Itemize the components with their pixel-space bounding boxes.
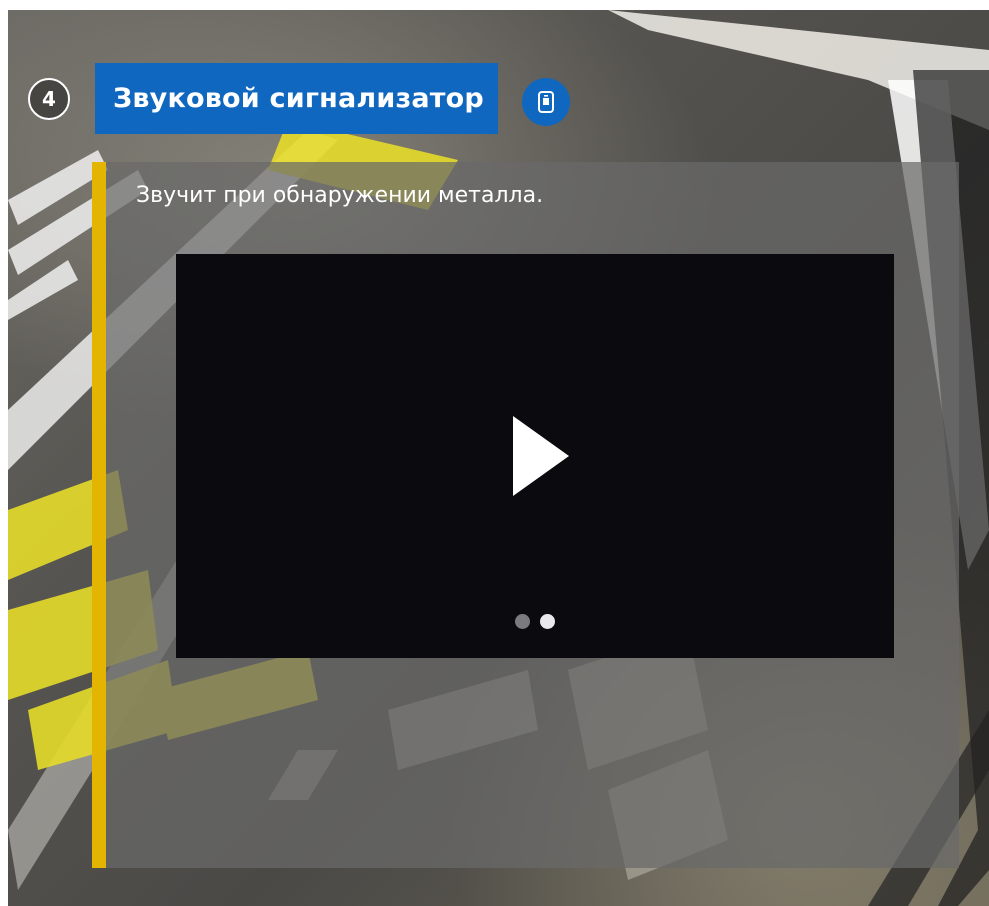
play-icon[interactable]	[513, 416, 569, 496]
video-player[interactable]	[176, 254, 894, 658]
device-info-button[interactable]	[522, 78, 570, 126]
stage: 4 Звуковой сигнализатор Звучит при обнар…	[0, 0, 989, 906]
page-title: Звуковой сигнализатор	[113, 83, 484, 114]
carousel-dot-1[interactable]	[515, 614, 530, 629]
step-number: 4	[42, 87, 56, 111]
panel-description: Звучит при обнаружении металла.	[136, 183, 544, 208]
panel-accent-bar	[92, 162, 106, 868]
title-tab: Звуковой сигнализатор	[95, 63, 498, 134]
device-icon	[538, 91, 554, 113]
step-number-badge: 4	[28, 78, 70, 120]
carousel-dot-2[interactable]	[540, 614, 555, 629]
